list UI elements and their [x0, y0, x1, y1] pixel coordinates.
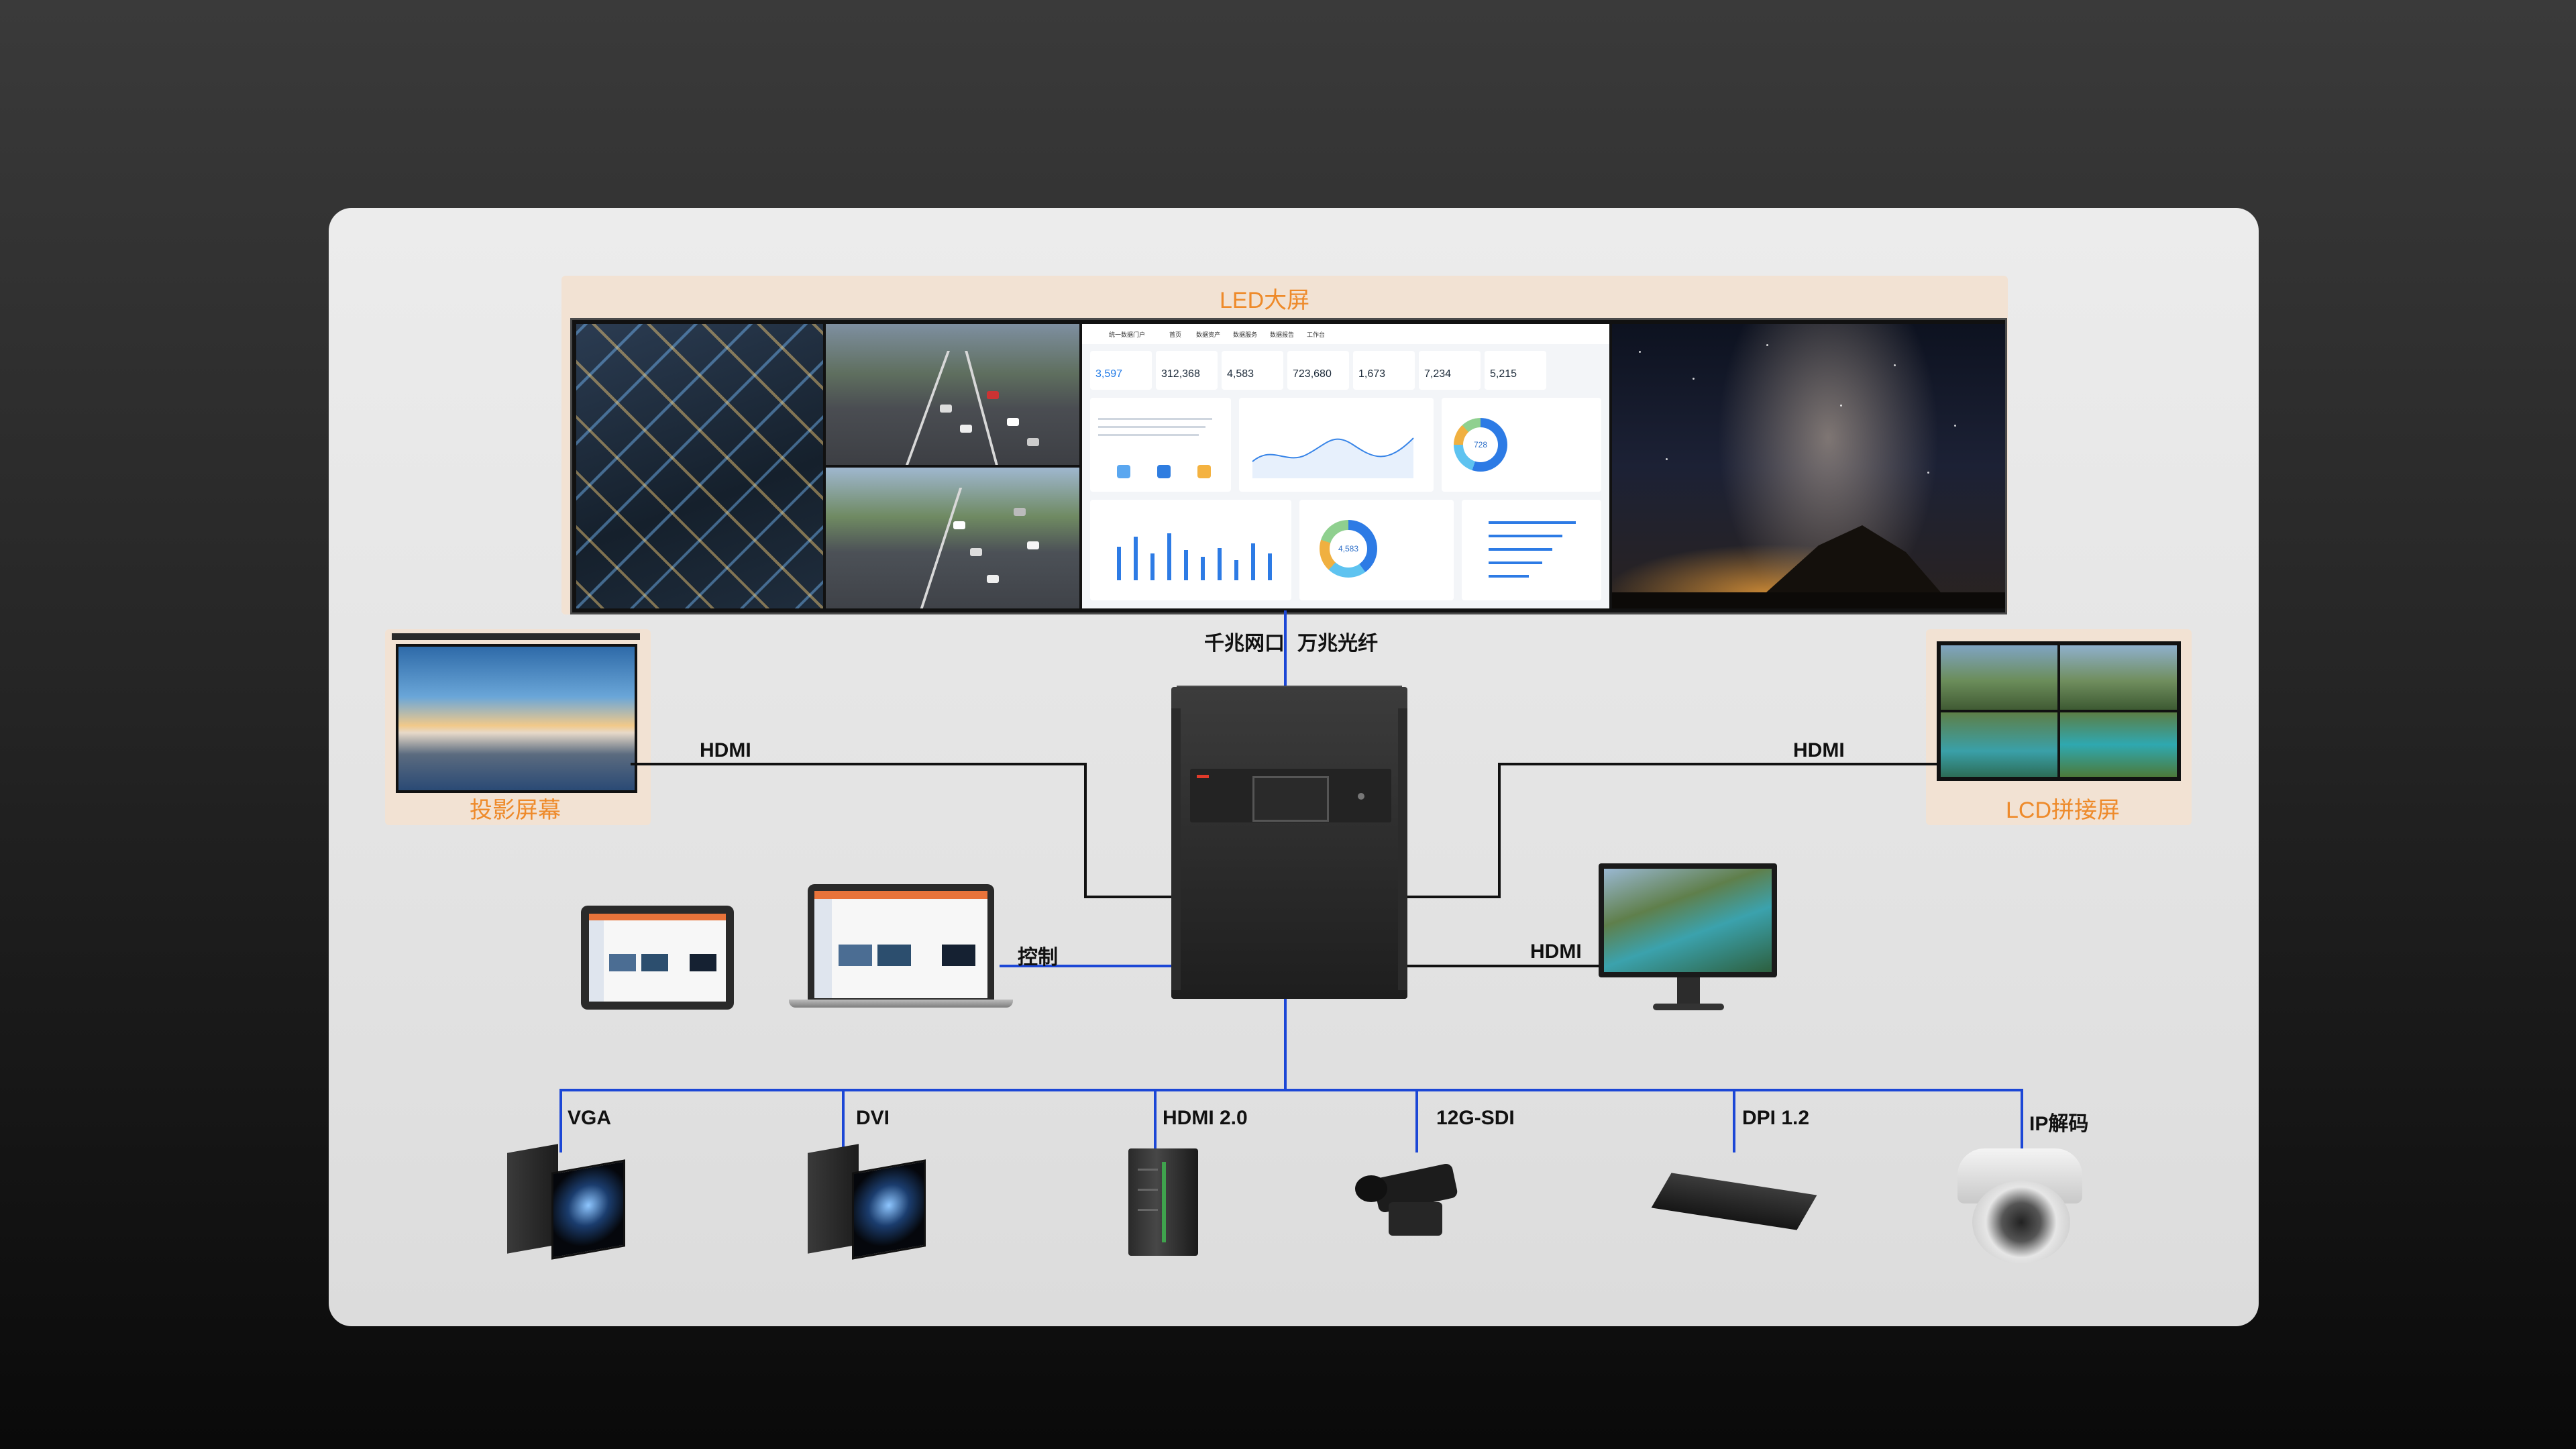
laptop	[808, 884, 994, 1000]
progress-card	[1462, 500, 1601, 600]
rock-silhouette	[1766, 525, 1941, 592]
dashboard-screen: 统一数据门户 首页 数据资产 数据服务 数据报告 工作台 3,597 312,3…	[1082, 324, 1609, 608]
hdmi-projection-line	[631, 763, 1087, 765]
hdmi-lcd-label: HDMI	[1793, 739, 1845, 761]
monitor-base	[1653, 1004, 1724, 1010]
tablet	[581, 906, 734, 1010]
projector-camera-icon	[507, 1144, 558, 1254]
dash-nav-item: 统一数据门户	[1109, 331, 1146, 338]
rack-ear-left	[1171, 708, 1181, 990]
hdmi-lcd-line	[1407, 896, 1501, 898]
input-label-hdmi20: HDMI 2.0	[1163, 1107, 1248, 1129]
processor-display	[1252, 776, 1329, 822]
server-icon	[1128, 1148, 1198, 1256]
kpi-value: 3,597	[1095, 368, 1123, 380]
hdmi-projection-line	[1084, 763, 1087, 898]
input-label-ip-decode: IP解码	[2029, 1113, 2089, 1135]
dash-nav-item: 数据资产	[1196, 331, 1221, 338]
projection-roller	[392, 633, 640, 640]
highway-image-bottom	[826, 468, 1079, 608]
kpi-value: 5,215	[1490, 368, 1517, 380]
kpi-card: 3,597	[1090, 351, 1152, 390]
hdmi-projection-label: HDMI	[700, 739, 751, 761]
projection-screen	[396, 644, 637, 793]
input-drop-line	[842, 1089, 845, 1152]
laptop-base	[789, 1000, 1013, 1008]
bar-chart-card	[1090, 500, 1291, 600]
projector-camera-icon	[808, 1144, 859, 1254]
hdmi-projection-line	[1084, 896, 1171, 898]
lcd-splice-label: LCD拼接屏	[2006, 798, 2121, 823]
video-camera-body	[1389, 1202, 1442, 1236]
input-drop-line	[1733, 1089, 1735, 1152]
input-label-dpi12: DPI 1.2	[1742, 1107, 1810, 1129]
hdmi-monitor-label: HDMI	[1530, 941, 1582, 963]
led-wall-label: LED大屏	[1220, 288, 1310, 313]
dash-nav-item: 数据报告	[1270, 331, 1295, 338]
rack-ear-right	[1398, 708, 1407, 990]
dashboard-nav: 统一数据门户 首页 数据资产 数据服务 数据报告 工作台	[1082, 324, 1609, 344]
processor-knob	[1358, 793, 1364, 800]
kpi-value: 7,234	[1424, 368, 1452, 380]
lcd-splice-screen	[1937, 641, 2181, 781]
kpi-card: 4,583	[1222, 351, 1283, 390]
link-label-10g-fiber: 万兆光纤	[1297, 633, 1378, 655]
input-drop-line	[1154, 1089, 1157, 1152]
control-label: 控制	[1018, 947, 1058, 969]
dash-nav-item: 首页	[1169, 331, 1182, 338]
line-chart-card	[1239, 398, 1434, 492]
kpi-card: 312,368	[1156, 351, 1218, 390]
milky-way-image	[1612, 324, 2005, 608]
link-label-gigabit: 千兆网口	[1204, 633, 1285, 655]
processor-logo	[1197, 775, 1209, 778]
hdmi-lcd-line	[1498, 763, 1501, 898]
donut-card-top: 728	[1442, 398, 1601, 492]
donut-value: 728	[1463, 427, 1498, 462]
monitor	[1599, 863, 1777, 977]
kpi-card: 1,673	[1353, 351, 1415, 390]
input-label-dvi: DVI	[856, 1107, 890, 1129]
input-drop-line	[2021, 1089, 2023, 1152]
interchange-image	[576, 324, 823, 608]
kpi-value: 1,673	[1358, 368, 1386, 380]
kpi-card: 5,215	[1485, 351, 1546, 390]
dash-nav-item: 数据服务	[1233, 331, 1258, 338]
projector-camera-icon	[551, 1159, 625, 1260]
input-label-vga: VGA	[568, 1107, 612, 1129]
line-chart	[1252, 437, 1414, 478]
highway-image-top	[826, 324, 1079, 465]
video-processor	[1171, 687, 1407, 999]
input-label-12gsdi: 12G-SDI	[1436, 1107, 1515, 1129]
projector-camera-icon	[852, 1159, 926, 1260]
input-drop-line	[559, 1089, 562, 1152]
projection-screen-label: 投影屏幕	[470, 798, 561, 823]
dome-camera-lens	[1972, 1181, 2070, 1264]
donut-value: 4,583	[1330, 530, 1367, 568]
input-trunk-line	[1284, 999, 1287, 1091]
notice-card	[1090, 398, 1231, 492]
kpi-card: 723,680	[1287, 351, 1349, 390]
dash-nav-item: 工作台	[1307, 331, 1326, 338]
donut-card-bottom: 4,583	[1299, 500, 1454, 600]
input-bus-line	[559, 1089, 2023, 1091]
hdmi-monitor-line	[1407, 965, 1599, 967]
monitor-stand	[1677, 977, 1700, 1004]
kpi-value: 312,368	[1161, 368, 1200, 380]
led-wall-screen: 统一数据门户 首页 数据资产 数据服务 数据报告 工作台 3,597 312,3…	[570, 318, 2007, 614]
hdmi-lcd-line	[1500, 763, 1937, 765]
kpi-value: 4,583	[1227, 368, 1254, 380]
kpi-card: 7,234	[1419, 351, 1481, 390]
kpi-value: 723,680	[1293, 368, 1332, 380]
video-camera-lens	[1355, 1175, 1387, 1202]
input-drop-line	[1415, 1089, 1418, 1152]
